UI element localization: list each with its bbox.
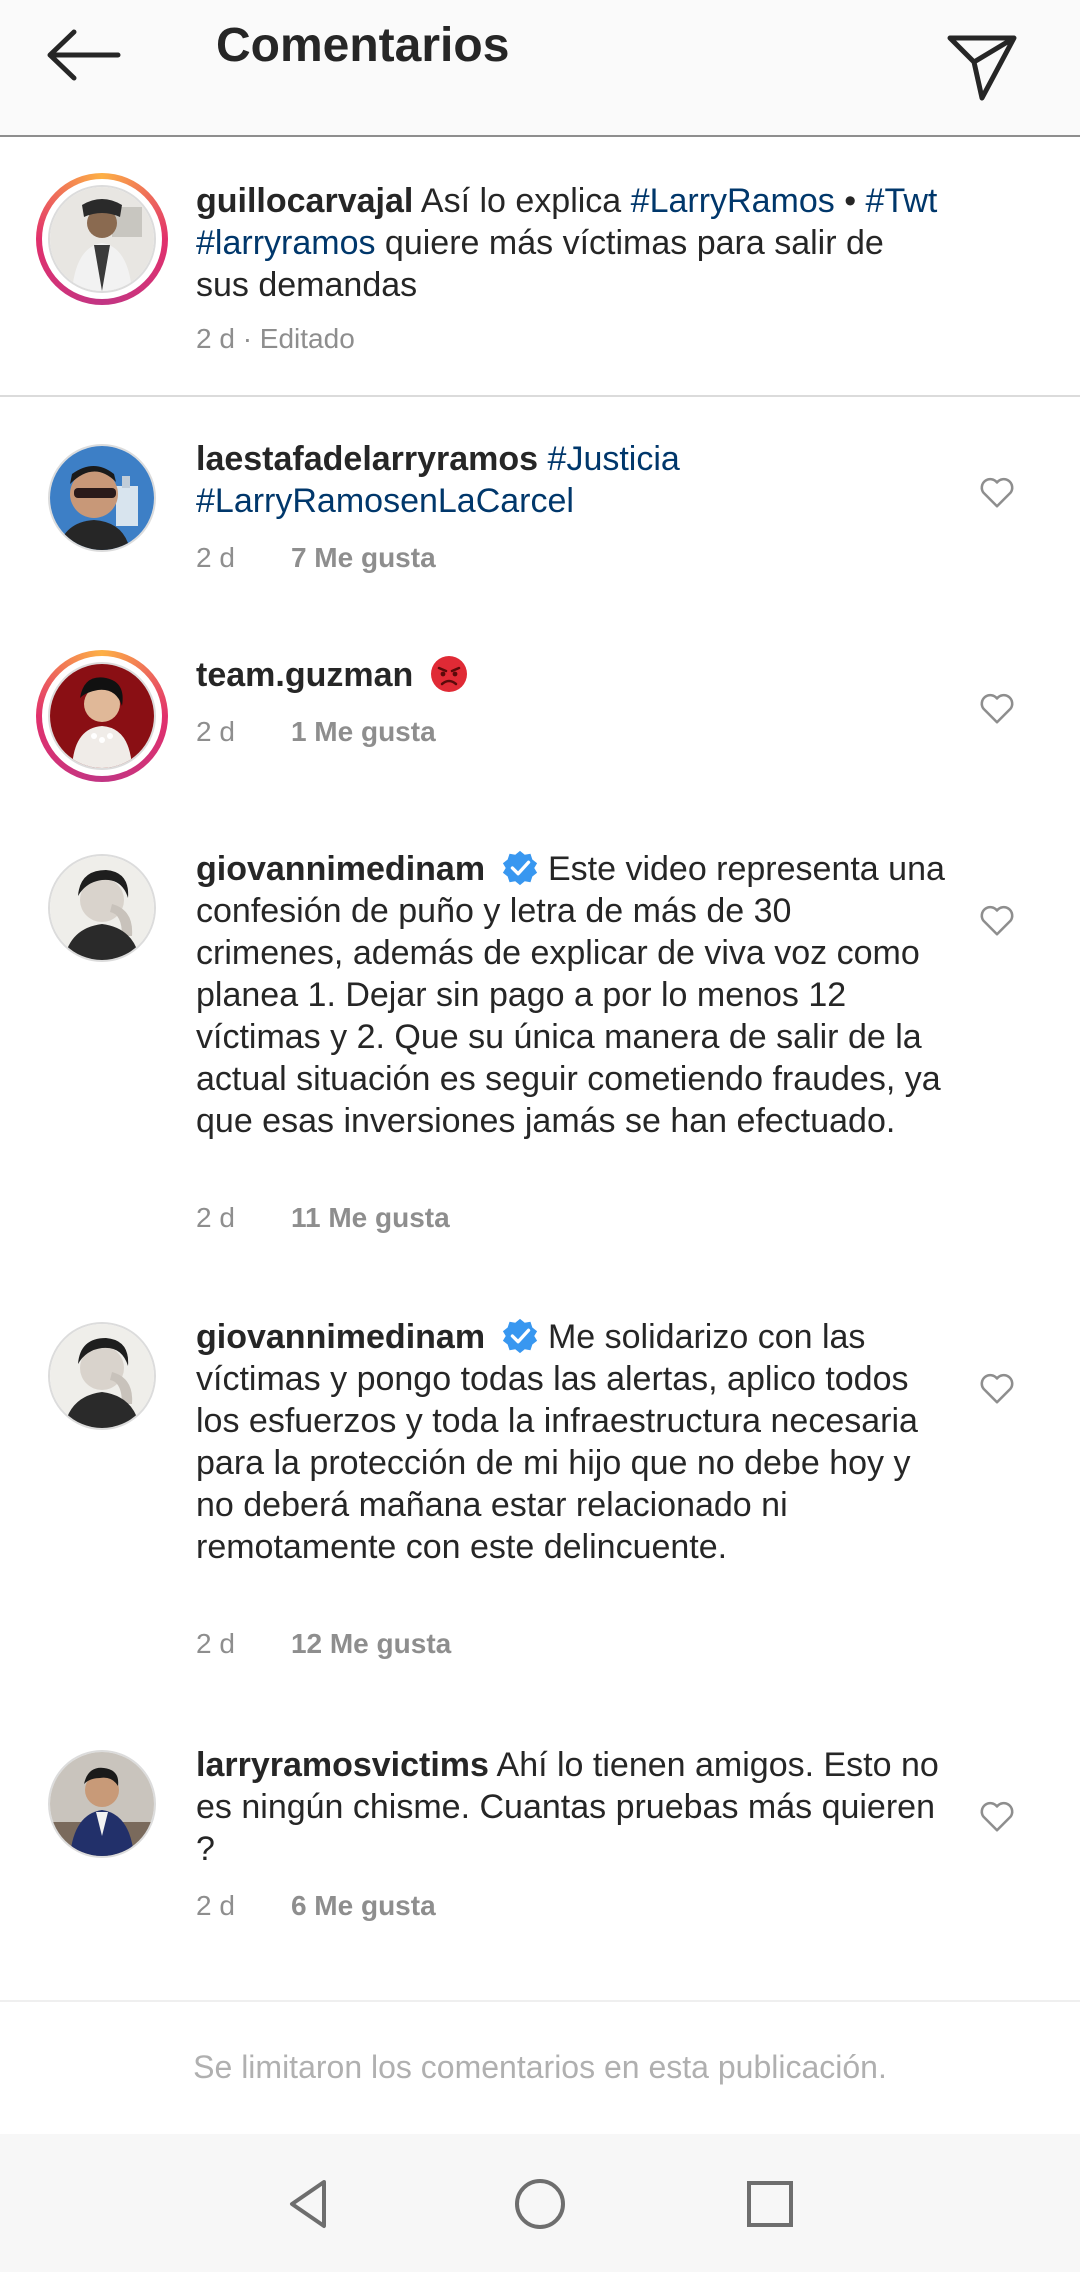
comment-text: team.guzman (196, 654, 946, 696)
like-count[interactable]: 6 Me gusta (291, 1890, 436, 1921)
comment-text: giovannimedinam Me solidarizo con las ví… (196, 1316, 946, 1568)
hashtag[interactable]: #larryramos (196, 224, 375, 262)
story-ring[interactable] (36, 650, 168, 782)
comment-time: 2 d (196, 1202, 235, 1233)
avatar[interactable] (48, 1322, 156, 1430)
comment-text: laestafadelarryramos #Justicia #LarryRamo… (196, 438, 946, 522)
caption-time: 2 d · Editado (196, 323, 355, 354)
back-arrow-icon[interactable] (40, 20, 130, 90)
comment-meta: 2 d 7 Me gusta (196, 542, 436, 574)
hashtag[interactable]: #LarryRamos (631, 182, 835, 220)
comment-username[interactable]: larryramosvictims (196, 1746, 489, 1784)
comment-time: 2 d (196, 1890, 235, 1921)
comment-text: larryramosvictims Ahí lo tienen amigos. … (196, 1744, 946, 1870)
comment-meta: 2 d 1 Me gusta (196, 716, 436, 748)
comment-time: 2 d (196, 1628, 235, 1659)
avatar[interactable] (48, 662, 156, 770)
comments-limited-notice: Se limitaron los comentarios en esta pub… (0, 2000, 1080, 2134)
system-nav-bar (0, 2134, 1080, 2272)
comment-meta: 2 d 12 Me gusta (196, 1628, 451, 1660)
comment-body: Este video representa una confesión de p… (196, 850, 945, 1140)
like-count[interactable]: 11 Me gusta (291, 1202, 450, 1233)
story-ring[interactable] (36, 173, 168, 305)
comment-username[interactable]: laestafadelarryramos (196, 440, 538, 478)
angry-face-icon (430, 656, 467, 692)
comment-time: 2 d (196, 716, 235, 747)
heart-outline-icon[interactable] (978, 690, 1016, 726)
heart-outline-icon[interactable] (978, 1798, 1016, 1834)
heart-outline-icon[interactable] (978, 902, 1016, 938)
caption-body: guillocarvajal Así lo explica #LarryRamo… (196, 182, 938, 304)
caption-username[interactable]: guillocarvajal (196, 182, 413, 220)
direct-send-icon[interactable] (942, 26, 1022, 106)
hashtag[interactable]: #Justicia (538, 440, 680, 478)
nav-back-icon[interactable] (278, 2172, 342, 2236)
comment-meta: 2 d 6 Me gusta (196, 1890, 436, 1922)
nav-home-icon[interactable] (508, 2172, 572, 2236)
post-caption: guillocarvajal Así lo explica #LarryRamo… (0, 137, 1080, 397)
like-count[interactable]: 12 Me gusta (291, 1628, 451, 1659)
comment-time: 2 d (196, 542, 235, 573)
nav-recents-icon[interactable] (738, 2172, 802, 2236)
avatar[interactable] (48, 854, 156, 962)
avatar[interactable] (48, 185, 156, 293)
like-count[interactable]: 7 Me gusta (291, 542, 436, 573)
hashtag[interactable]: #LarryRamosenLaCarcel (196, 482, 574, 520)
verified-badge-icon (502, 1318, 537, 1354)
comment-text: giovannimedinam Este video representa un… (196, 848, 946, 1142)
comment-username[interactable]: giovannimedinam (196, 1318, 485, 1356)
comment-username[interactable]: giovannimedinam (196, 850, 485, 888)
page-title: Comentarios (216, 19, 510, 72)
avatar[interactable] (48, 1750, 156, 1858)
avatar[interactable] (48, 444, 156, 552)
comment-username[interactable]: team.guzman (196, 656, 413, 694)
heart-outline-icon[interactable] (978, 474, 1016, 510)
hashtag[interactable]: #Twt (866, 182, 938, 220)
top-bar: Comentarios (0, 0, 1080, 137)
like-count[interactable]: 1 Me gusta (291, 716, 436, 747)
verified-badge-icon (502, 850, 537, 886)
heart-outline-icon[interactable] (978, 1370, 1016, 1406)
comment-meta: 2 d 11 Me gusta (196, 1202, 450, 1234)
